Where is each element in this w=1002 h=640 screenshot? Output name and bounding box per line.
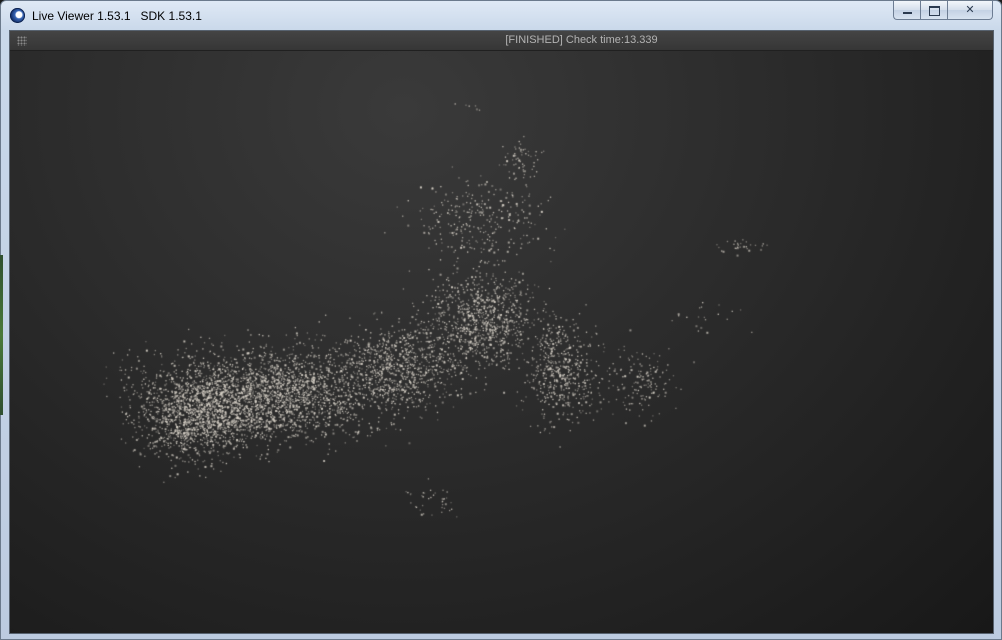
particle-render	[10, 51, 993, 633]
caption-buttons: ✕	[893, 1, 993, 21]
minimize-icon	[903, 12, 912, 14]
window-title: Live Viewer 1.53.1 SDK 1.53.1	[32, 9, 202, 23]
title-bar[interactable]: Live Viewer 1.53.1 SDK 1.53.1 ✕	[1, 1, 1001, 30]
status-bar: [FINISHED] Check time:13.339	[10, 31, 993, 51]
status-text: [FINISHED] Check time:13.339	[505, 34, 658, 46]
maximize-icon	[929, 6, 940, 16]
minimize-button[interactable]	[893, 1, 920, 20]
background-window-edge	[0, 255, 3, 415]
render-viewport[interactable]	[10, 51, 993, 633]
maximize-button[interactable]	[920, 1, 947, 20]
app-icon[interactable]	[10, 8, 25, 23]
viewer-client-area: [FINISHED] Check time:13.339	[9, 30, 994, 634]
close-button[interactable]: ✕	[947, 1, 993, 20]
live-viewer-window: Live Viewer 1.53.1 SDK 1.53.1 ✕ [FINISHE…	[0, 0, 1002, 640]
close-icon: ✕	[965, 3, 975, 16]
